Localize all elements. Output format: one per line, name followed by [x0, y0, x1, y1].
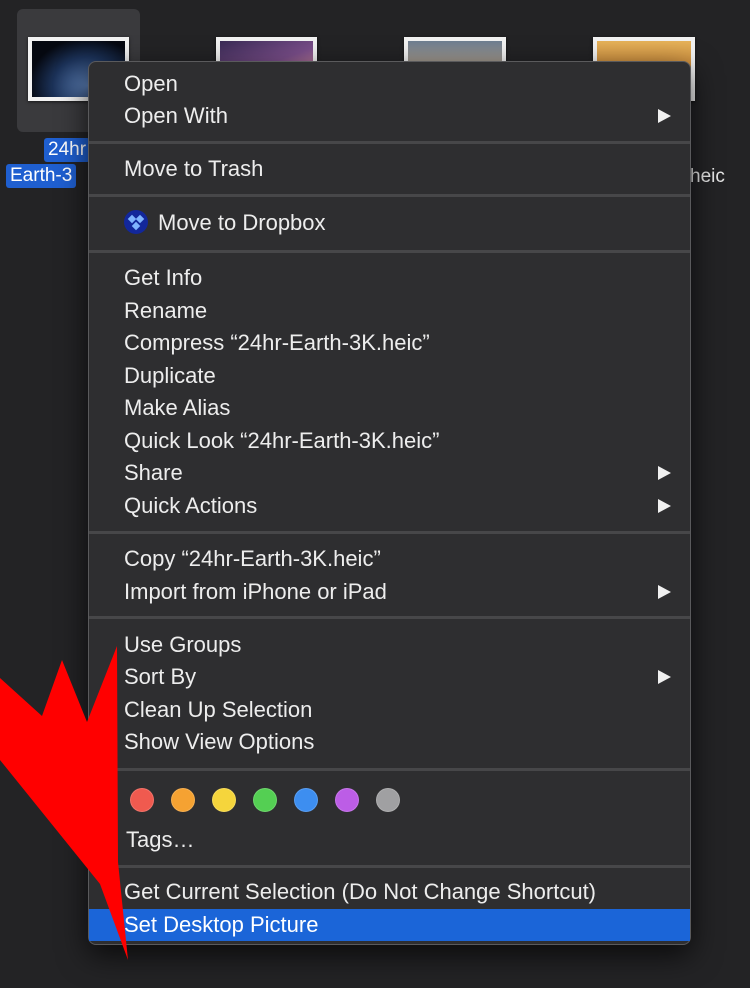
red-tag-icon[interactable]: [130, 788, 154, 812]
menu-item-label: Get Info: [124, 265, 203, 290]
file-name-line2[interactable]: Earth-3: [6, 164, 77, 188]
submenu-arrow-icon: [658, 499, 671, 513]
menu-item-copy[interactable]: Copy “24hr-Earth-3K.heic”: [89, 543, 690, 575]
menu-item-open-with[interactable]: Open With: [89, 100, 690, 132]
menu-item-label: Show View Options: [124, 729, 315, 754]
submenu-arrow-icon: [658, 466, 671, 480]
menu-item-label: Move to Dropbox: [158, 210, 326, 235]
menu-separator: [89, 531, 690, 534]
menu-item-label: Compress “24hr-Earth-3K.heic”: [124, 330, 430, 355]
menu-item-label: Import from iPhone or iPad: [124, 579, 387, 604]
menu-item-label: Move to Trash: [124, 156, 264, 181]
menu-item-label: Clean Up Selection: [124, 697, 313, 722]
dropbox-icon: [124, 210, 148, 234]
menu-item-label: Make Alias: [124, 395, 231, 420]
purple-tag-icon[interactable]: [335, 788, 359, 812]
menu-item-import-from-iphone[interactable]: Import from iPhone or iPad: [89, 576, 690, 608]
blue-tag-icon[interactable]: [294, 788, 318, 812]
menu-item-move-to-trash[interactable]: Move to Trash: [89, 153, 690, 185]
submenu-arrow-icon: [658, 109, 671, 123]
menu-item-label: Duplicate: [124, 363, 216, 388]
menu-item-label: Open: [124, 71, 178, 96]
menu-item-clean-up-selection[interactable]: Clean Up Selection: [89, 694, 690, 726]
menu-separator: [89, 250, 690, 253]
menu-item-label: Quick Actions: [124, 493, 258, 518]
menu-item-use-groups[interactable]: Use Groups: [89, 629, 690, 661]
menu-item-get-current-selection[interactable]: Get Current Selection (Do Not Change Sho…: [89, 876, 690, 908]
adjacent-file-name[interactable]: heic: [690, 166, 725, 188]
menu-item-share[interactable]: Share: [89, 457, 690, 489]
menu-item-open[interactable]: Open: [89, 68, 690, 100]
menu-separator: [89, 865, 690, 868]
file-name-line1[interactable]: 24hr: [44, 138, 91, 162]
menu-item-label: Use Groups: [124, 632, 242, 657]
menu-item-label: Rename: [124, 298, 208, 323]
yellow-tag-icon[interactable]: [212, 788, 236, 812]
menu-item-label: Share: [124, 460, 183, 485]
menu-item-get-info[interactable]: Get Info: [89, 262, 690, 294]
gray-tag-icon[interactable]: [376, 788, 400, 812]
menu-item-duplicate[interactable]: Duplicate: [89, 360, 690, 392]
orange-tag-icon[interactable]: [171, 788, 195, 812]
menu-item-quick-actions[interactable]: Quick Actions: [89, 490, 690, 522]
menu-item-tags[interactable]: Tags…: [89, 824, 690, 856]
menu-item-compress[interactable]: Compress “24hr-Earth-3K.heic”: [89, 327, 690, 359]
menu-item-label: Get Current Selection (Do Not Change Sho…: [124, 879, 597, 904]
menu-item-label: Tags…: [126, 827, 195, 852]
menu-item-label: Sort By: [124, 664, 197, 689]
menu-separator: [89, 768, 690, 771]
menu-item-label: Open With: [124, 103, 228, 128]
menu-item-set-desktop-picture[interactable]: Set Desktop Picture: [89, 909, 690, 941]
menu-item-move-to-dropbox[interactable]: Move to Dropbox: [89, 207, 690, 239]
submenu-arrow-icon: [658, 670, 671, 684]
menu-item-show-view-options[interactable]: Show View Options: [89, 726, 690, 758]
menu-item-rename[interactable]: Rename: [89, 295, 690, 327]
menu-item-make-alias[interactable]: Make Alias: [89, 392, 690, 424]
context-menu: Open Open With Move to Trash Move to Dro…: [88, 61, 691, 945]
menu-item-label: Copy “24hr-Earth-3K.heic”: [124, 546, 381, 571]
menu-item-label: Set Desktop Picture: [124, 912, 319, 937]
menu-separator: [89, 616, 690, 619]
green-tag-icon[interactable]: [253, 788, 277, 812]
menu-separator: [89, 194, 690, 197]
menu-item-label: Quick Look “24hr-Earth-3K.heic”: [124, 428, 440, 453]
submenu-arrow-icon: [658, 585, 671, 599]
menu-item-quick-look[interactable]: Quick Look “24hr-Earth-3K.heic”: [89, 425, 690, 457]
menu-item-sort-by[interactable]: Sort By: [89, 661, 690, 693]
menu-separator: [89, 141, 690, 144]
